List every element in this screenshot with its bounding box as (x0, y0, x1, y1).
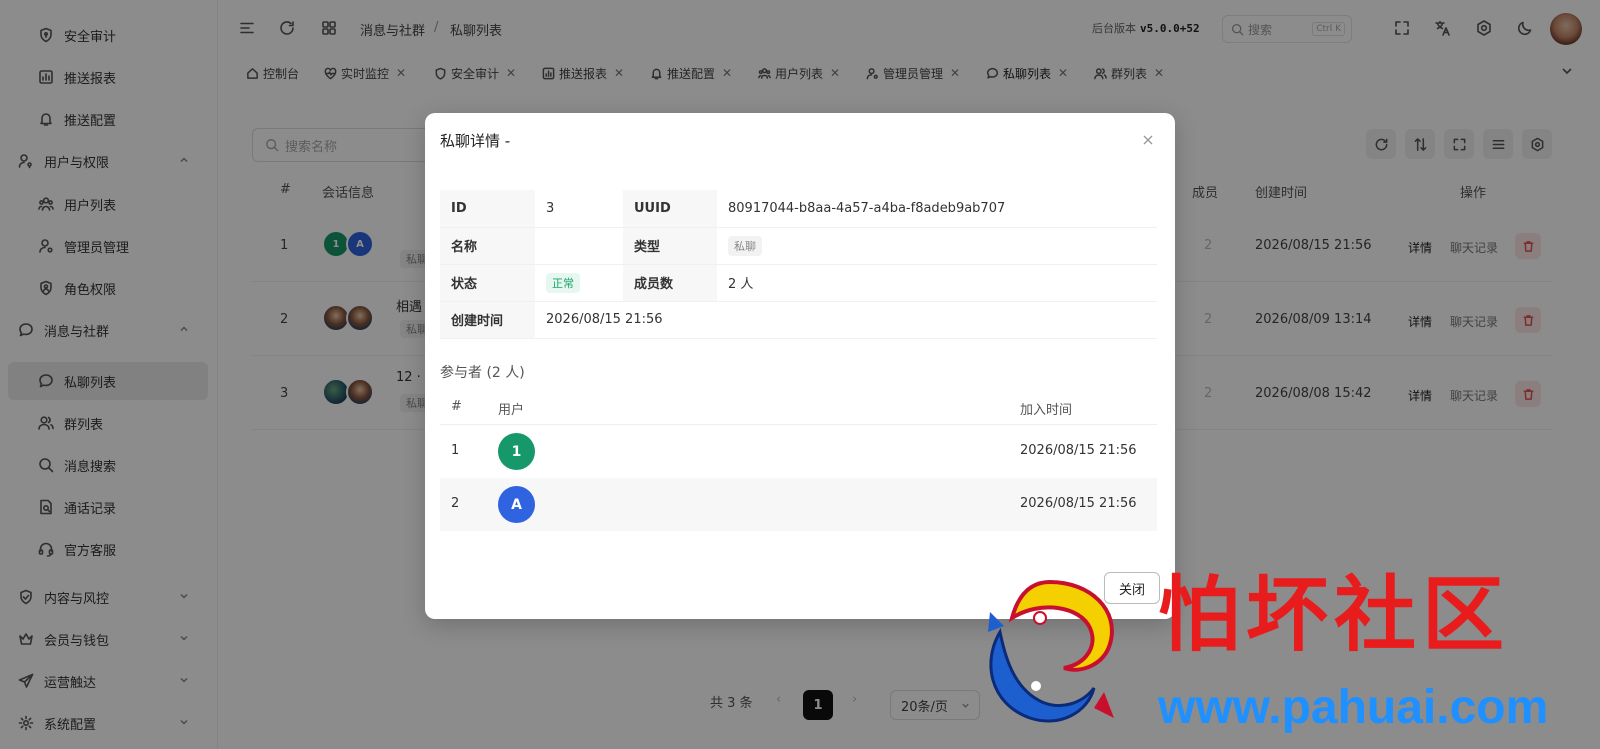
status-badge: 正常 (546, 272, 580, 293)
column-header-joined: 加入时间 (1020, 403, 1073, 418)
participants-title: 参与者 (2 人) (440, 365, 525, 381)
participant-joined-time: 2026/08/15 21:56 (1020, 443, 1137, 458)
column-header-user: 用户 (498, 403, 525, 418)
detail-value-members: 2 人 (717, 264, 1157, 302)
detail-value-created: 2026/08/15 21:56 (535, 301, 1157, 339)
close-icon[interactable] (1141, 133, 1155, 147)
participant-row: 1 1 2026/08/15 21:56 (440, 425, 1157, 478)
participant-avatar: A (498, 486, 535, 523)
detail-value-name (535, 227, 623, 265)
participant-index: 1 (451, 443, 460, 458)
column-header-index: # (451, 399, 462, 414)
watermark-fish-logo (988, 579, 1114, 723)
type-tag: 私聊 (728, 235, 762, 256)
detail-value-status: 正常 (535, 264, 623, 302)
modal-title: 私聊详情 - (440, 132, 511, 150)
detail-label-name: 名称 (440, 227, 535, 265)
detail-label-members: 成员数 (623, 264, 717, 302)
participant-row: 2 A 2026/08/15 21:56 (440, 478, 1157, 531)
detail-value-type: 私聊 (717, 227, 1157, 265)
detail-label-id: ID (440, 190, 535, 228)
detail-value-uuid: 80917044-b8aa-4a57-a4ba-f8adeb9ab707 (717, 190, 1157, 228)
detail-table: ID 3 UUID 80917044-b8aa-4a57-a4ba-f8adeb… (440, 190, 1157, 339)
participant-index: 2 (451, 496, 460, 511)
private-chat-detail-modal: 私聊详情 - ID 3 UUID 80917044-b8aa-4a57-a4ba… (425, 113, 1175, 619)
detail-label-status: 状态 (440, 264, 535, 302)
detail-value-id: 3 (535, 190, 623, 228)
watermark-text: 怕坏社区 (1158, 567, 1511, 663)
watermark-url: www.pahuai.com (1158, 681, 1549, 734)
detail-label-uuid: UUID (623, 190, 717, 228)
participant-avatar: 1 (498, 433, 535, 470)
participants-table-header: # 用户 加入时间 (440, 389, 1157, 425)
detail-label-created: 创建时间 (440, 301, 535, 339)
detail-label-type: 类型 (623, 227, 717, 265)
participant-joined-time: 2026/08/15 21:56 (1020, 496, 1137, 511)
